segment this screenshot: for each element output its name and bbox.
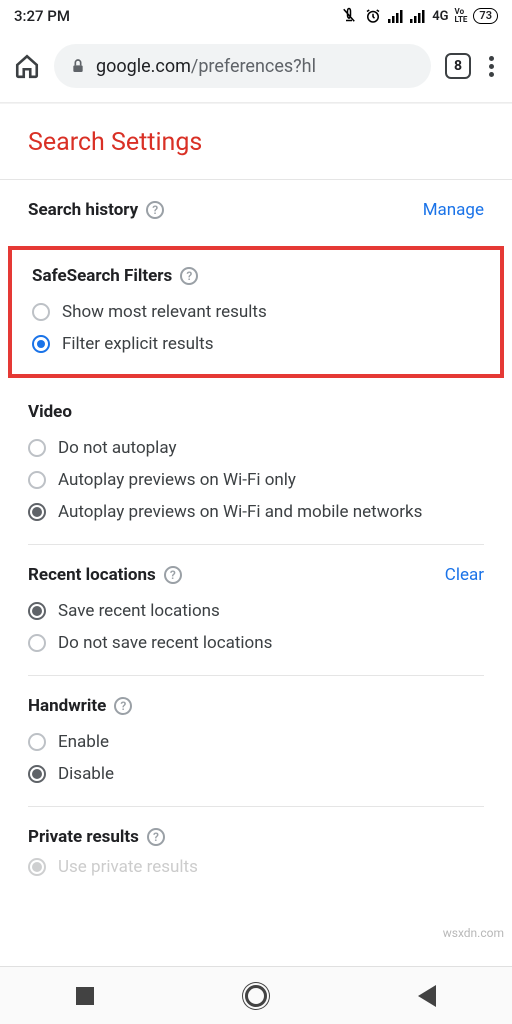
browser-toolbar: google.com/preferences?hl 8 (0, 32, 512, 102)
signal-1-icon (388, 9, 404, 23)
radio-no-save-locations[interactable]: Do not save recent locations (28, 633, 484, 653)
radio-icon (32, 335, 50, 353)
handwrite-title: Handwrite ? (28, 696, 484, 716)
radio-icon (28, 765, 46, 783)
help-icon[interactable]: ? (147, 828, 165, 846)
section-video: Video Do not autoplay Autoplay previews … (0, 382, 512, 544)
radio-icon (28, 858, 46, 876)
recent-apps-button[interactable] (76, 987, 94, 1005)
tab-switcher[interactable]: 8 (445, 53, 471, 79)
back-button[interactable] (418, 985, 436, 1007)
lock-icon (70, 57, 86, 75)
search-history-title: Search history ? (28, 200, 164, 220)
section-locations: Recent locations ? Clear Save recent loc… (0, 545, 512, 675)
section-search-history: Search history ? Manage (0, 180, 512, 242)
watermark: wsxdn.com (443, 926, 504, 940)
radio-save-locations[interactable]: Save recent locations (28, 601, 484, 621)
radio-icon (28, 602, 46, 620)
url-text: google.com/preferences?hl (96, 56, 316, 77)
radio-wifi-only[interactable]: Autoplay previews on Wi-Fi only (28, 470, 484, 490)
home-icon[interactable] (14, 53, 40, 79)
clear-link[interactable]: Clear (445, 565, 484, 585)
section-private: Private results ? Use private results (0, 807, 512, 881)
signal-2-icon (410, 9, 426, 23)
radio-disable-handwrite[interactable]: Disable (28, 764, 484, 784)
status-bar: 3:27 PM 4G VoLTE 73 (0, 0, 512, 32)
manage-link[interactable]: Manage (423, 200, 484, 220)
private-title: Private results ? (28, 827, 484, 847)
network-label: 4G (432, 9, 448, 24)
android-nav-bar (0, 966, 512, 1024)
help-icon[interactable]: ? (146, 201, 164, 219)
safesearch-title: SafeSearch Filters ? (32, 266, 480, 286)
radio-wifi-mobile[interactable]: Autoplay previews on Wi-Fi and mobile ne… (28, 502, 484, 522)
mute-icon (340, 7, 358, 25)
help-icon[interactable]: ? (180, 267, 198, 285)
radio-no-autoplay[interactable]: Do not autoplay (28, 438, 484, 458)
radio-filter-explicit[interactable]: Filter explicit results (32, 334, 480, 354)
radio-show-relevant[interactable]: Show most relevant results (32, 302, 480, 322)
radio-icon (28, 471, 46, 489)
url-bar[interactable]: google.com/preferences?hl (54, 44, 431, 88)
radio-icon (28, 733, 46, 751)
volte-label: VoLTE (455, 8, 468, 24)
video-title: Video (28, 402, 484, 422)
section-handwrite: Handwrite ? Enable Disable (0, 676, 512, 806)
radio-icon (28, 503, 46, 521)
help-icon[interactable]: ? (164, 566, 182, 584)
page-title: Search Settings (0, 104, 512, 179)
safesearch-highlight: SafeSearch Filters ? Show most relevant … (8, 246, 504, 378)
radio-enable-handwrite[interactable]: Enable (28, 732, 484, 752)
battery-indicator: 73 (473, 8, 498, 24)
radio-icon (32, 303, 50, 321)
radio-icon (28, 634, 46, 652)
locations-title: Recent locations ? (28, 565, 182, 585)
status-indicators: 4G VoLTE 73 (340, 7, 498, 25)
home-button[interactable] (245, 985, 267, 1007)
alarm-icon (364, 7, 382, 25)
radio-use-private[interactable]: Use private results (28, 857, 484, 877)
help-icon[interactable]: ? (114, 697, 132, 715)
radio-icon (28, 439, 46, 457)
overflow-menu-icon[interactable] (485, 52, 498, 81)
status-time: 3:27 PM (14, 7, 70, 25)
